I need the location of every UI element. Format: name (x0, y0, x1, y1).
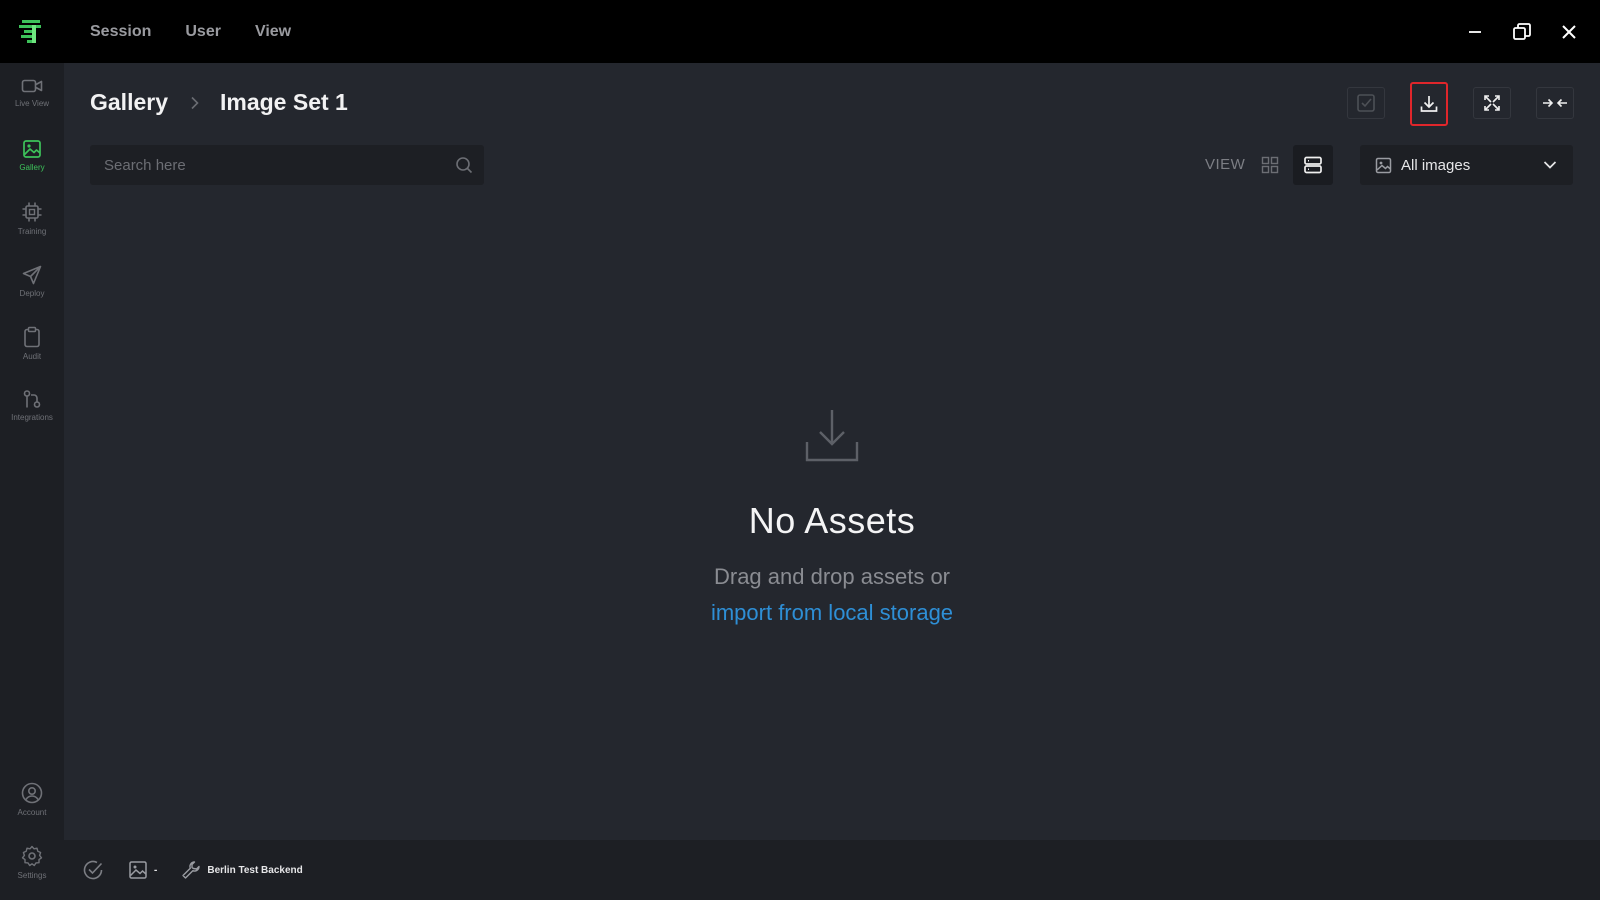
select-button[interactable] (1347, 87, 1385, 119)
breadcrumb-gallery[interactable]: Gallery (90, 89, 168, 116)
menu-bar: Session User View (90, 0, 291, 63)
app-logo (19, 20, 41, 43)
status-bar: - Berlin Test Backend (64, 840, 1600, 900)
view-label: VIEW (1205, 156, 1246, 173)
sidebar-item-integrations[interactable]: Integrations (0, 377, 64, 433)
wrench-icon (182, 861, 201, 879)
menu-user[interactable]: User (185, 23, 221, 41)
search-input[interactable] (90, 145, 444, 185)
sidebar-item-deploy[interactable]: Deploy (0, 253, 64, 309)
sidebar-item-label: Gallery (19, 162, 45, 172)
image-filter-dropdown[interactable]: All images (1360, 145, 1573, 185)
send-icon (22, 265, 42, 284)
video-icon (21, 79, 43, 92)
collapse-button[interactable] (1536, 87, 1574, 119)
sidebar-item-label: Account (17, 807, 47, 817)
sidebar-item-label: Deploy (19, 288, 45, 298)
breadcrumb: Gallery Image Set 1 (90, 89, 348, 116)
sidebar-item-label: Audit (22, 351, 42, 361)
gear-icon (21, 845, 43, 866)
clipboard-icon (24, 326, 40, 347)
grid-icon (1261, 156, 1279, 174)
minimize-icon (1468, 30, 1481, 33)
account-icon (21, 782, 43, 803)
image-icon (1375, 157, 1392, 173)
close-icon (1561, 24, 1576, 39)
sidebar-item-training[interactable]: Training (0, 190, 64, 246)
image-icon (23, 139, 41, 158)
title-bar: Session User View (0, 0, 1600, 63)
import-link[interactable]: import from local storage (711, 600, 953, 626)
restore-button[interactable] (1498, 0, 1545, 63)
check-circle-icon (83, 860, 103, 880)
sidebar-item-label: Settings (17, 870, 47, 880)
download-icon (805, 410, 859, 462)
menu-session[interactable]: Session (90, 23, 151, 41)
expand-button[interactable] (1473, 87, 1511, 119)
sidebar-item-label: Live View (14, 98, 50, 108)
main-content: Gallery Image Set 1 VIEW All images No A… (64, 63, 1600, 840)
checkbox-icon (1357, 94, 1375, 112)
sidebar-item-audit[interactable]: Audit (0, 315, 64, 371)
restore-icon (1512, 22, 1531, 40)
empty-title: No Assets (748, 500, 916, 541)
sidebar-item-account[interactable]: Account (0, 771, 64, 827)
download-button[interactable] (1410, 82, 1448, 126)
download-icon (1420, 96, 1438, 112)
status-check[interactable] (82, 859, 104, 881)
sidebar-item-label: Integrations (11, 412, 53, 422)
breadcrumb-current: Image Set 1 (220, 89, 348, 115)
list-view-button[interactable] (1293, 145, 1333, 185)
status-image-count[interactable]: - (128, 860, 157, 880)
sidebar-item-live-view[interactable]: Live View (0, 64, 64, 120)
sidebar: Live View Gallery Training Deploy Audit … (0, 63, 64, 900)
grid-view-button[interactable] (1250, 145, 1290, 185)
chevron-right-icon (190, 96, 200, 110)
image-count: - (154, 864, 158, 876)
window-controls (1451, 0, 1600, 63)
sidebar-item-settings[interactable]: Settings (0, 834, 64, 890)
search-icon[interactable] (444, 156, 484, 174)
chip-icon (22, 202, 42, 221)
close-button[interactable] (1545, 0, 1592, 63)
empty-state: No Assets Drag and drop assets or import… (64, 408, 1600, 626)
sidebar-item-gallery[interactable]: Gallery (0, 127, 64, 183)
chevron-down-icon (1543, 161, 1557, 169)
collapse-icon (1543, 98, 1567, 108)
menu-view[interactable]: View (255, 23, 291, 41)
image-icon (129, 861, 147, 879)
backend-name: Berlin Test Backend (207, 864, 303, 876)
sidebar-item-label: Training (17, 226, 47, 236)
integrations-icon (23, 389, 41, 408)
list-view-icon (1304, 156, 1322, 174)
filter-selected-value: All images (1401, 156, 1471, 174)
expand-icon (1484, 95, 1500, 111)
minimize-button[interactable] (1451, 0, 1498, 63)
empty-subtitle: Drag and drop assets or (713, 564, 951, 589)
search-box (90, 145, 484, 185)
status-backend[interactable]: Berlin Test Backend (181, 860, 303, 880)
